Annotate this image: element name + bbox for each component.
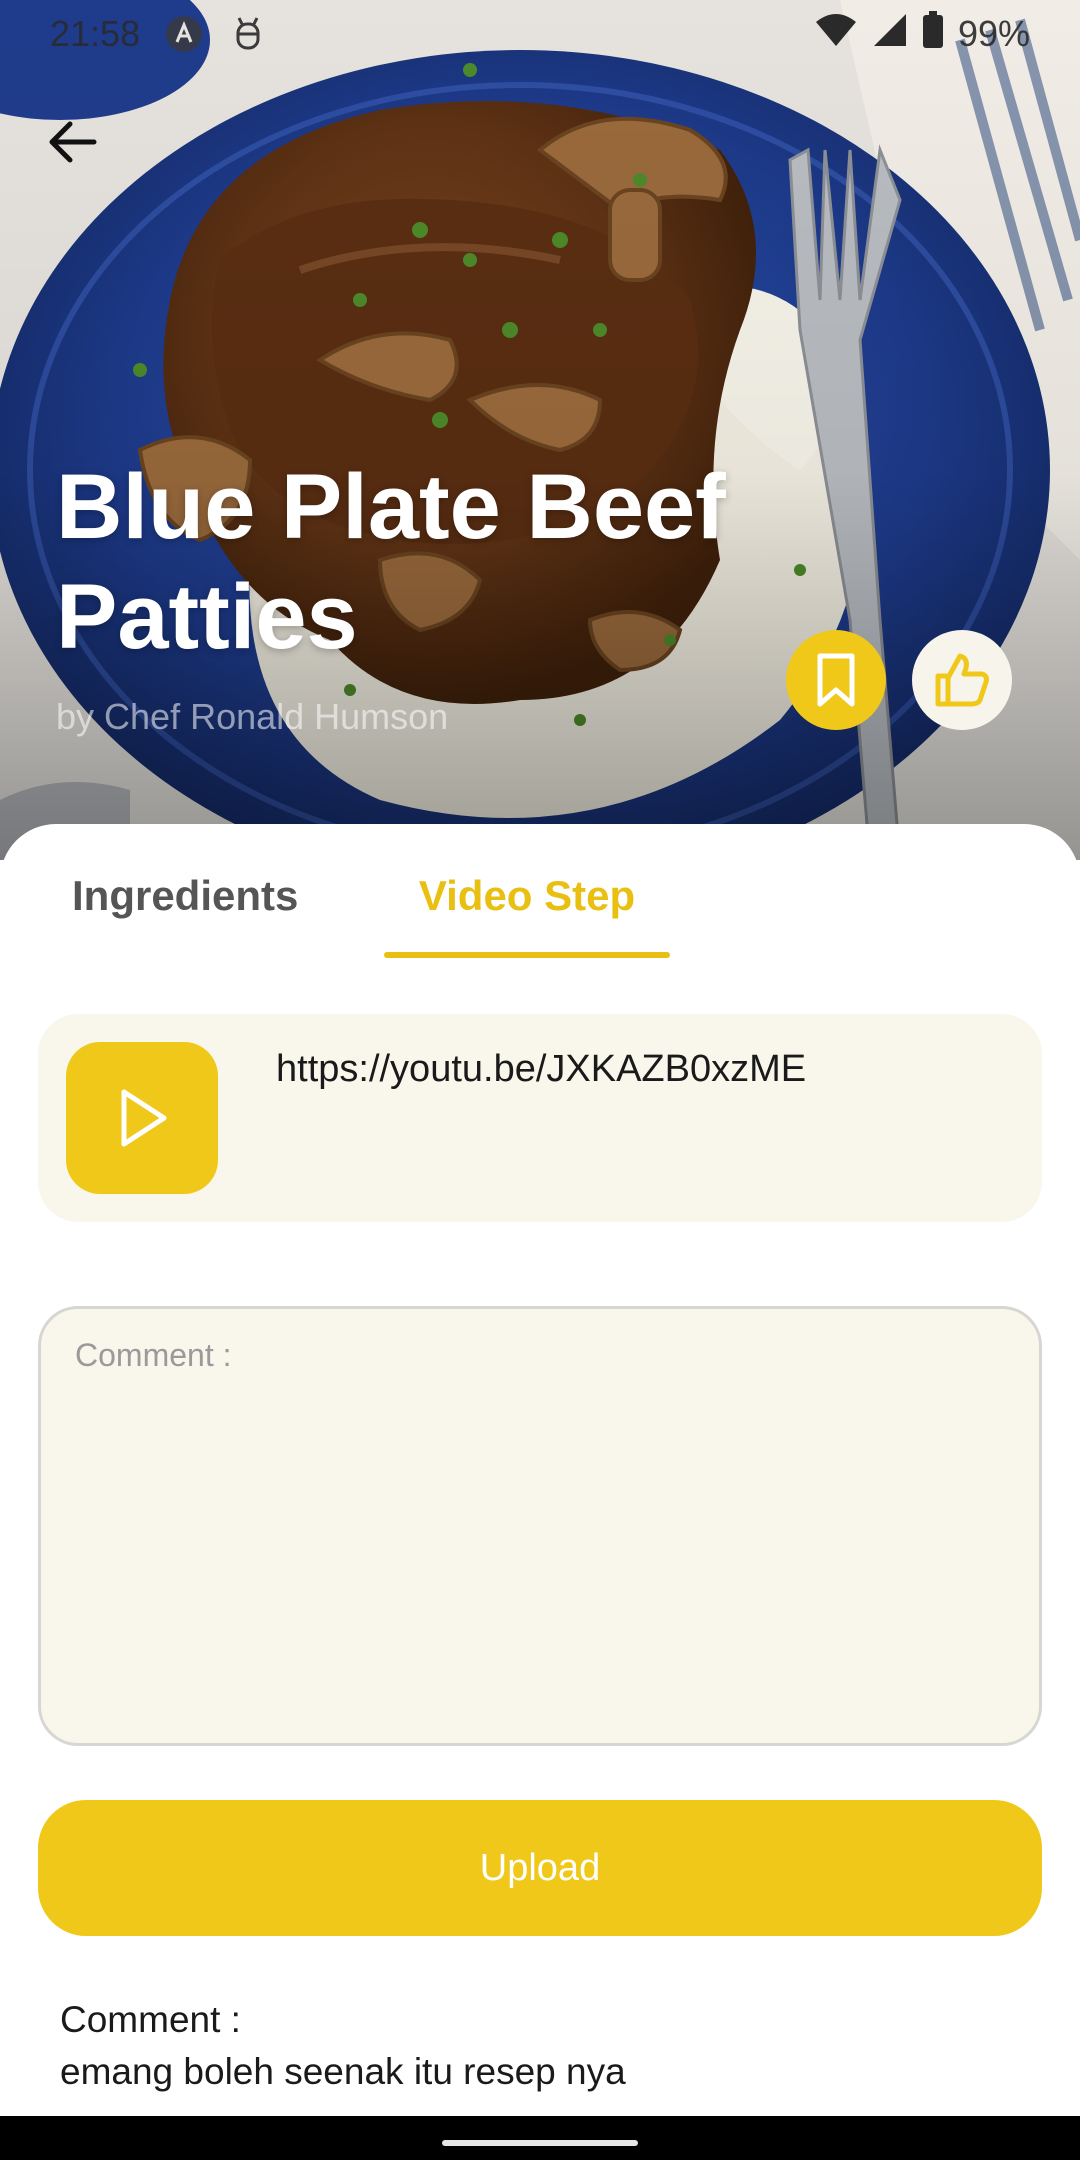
thumbs-up-icon: [935, 653, 989, 707]
comment-input[interactable]: [75, 1337, 1005, 1715]
comment-list-label: Comment :: [60, 1999, 241, 2040]
video-step-card[interactable]: https://youtu.be/JXKAZB0xzME: [38, 1014, 1042, 1222]
recipe-detail-screen: 21:58 99% Blue Plate Beef Patties by Che…: [0, 0, 1080, 2160]
bookmark-button[interactable]: [786, 630, 886, 730]
back-button[interactable]: [38, 108, 106, 176]
arrow-left-icon: [49, 121, 97, 163]
video-url-link[interactable]: https://youtu.be/JXKAZB0xzME: [276, 1048, 806, 1091]
status-time: 21:58: [50, 13, 141, 54]
recipe-tabs: Ingredients Video Step: [0, 824, 1080, 959]
comment-box: [38, 1306, 1042, 1746]
comment-list: Comment : emang boleh seenak itu resep n…: [60, 1994, 1020, 2098]
app-a-icon: [162, 12, 206, 56]
like-button[interactable]: [912, 630, 1012, 730]
signal-icon: [872, 12, 908, 57]
active-tab-indicator: [384, 952, 670, 958]
play-button[interactable]: [66, 1042, 218, 1194]
recipe-detail-sheet: Ingredients Video Step https://youtu.be/…: [0, 824, 1080, 2124]
comment-item: emang boleh seenak itu resep nya: [60, 2051, 626, 2092]
battery-percent: 99%: [957, 13, 1030, 54]
play-icon: [121, 1089, 167, 1147]
upload-button[interactable]: Upload: [38, 1800, 1042, 1936]
battery-icon: [922, 10, 944, 58]
bug-icon: [226, 12, 270, 56]
wifi-icon: [814, 12, 858, 57]
home-gesture-handle[interactable]: [442, 2140, 638, 2146]
status-bar: 21:58 99%: [0, 0, 1080, 68]
tab-ingredients[interactable]: Ingredients: [72, 872, 298, 920]
recipe-title: Blue Plate Beef Patties: [56, 456, 726, 668]
system-nav-bar: [0, 2116, 1080, 2160]
tab-video-step[interactable]: Video Step: [384, 872, 670, 920]
recipe-author: by Chef Ronald Humson: [56, 696, 449, 737]
bookmark-icon: [817, 653, 855, 707]
status-right-group: 99%: [814, 10, 1030, 58]
